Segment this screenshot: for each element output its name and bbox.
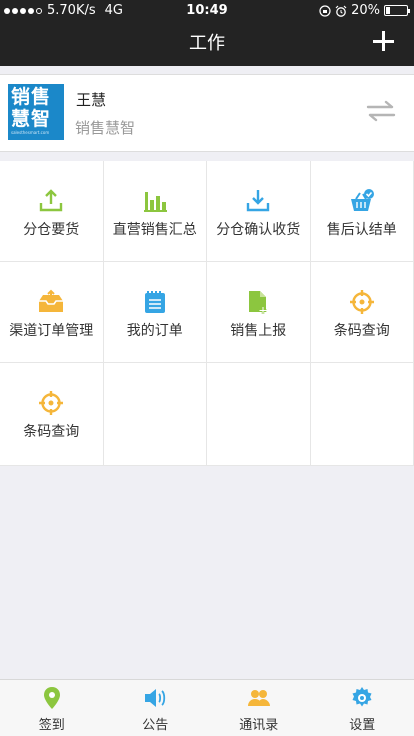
function-grid: 分仓要货 直营销售汇总 分仓确认收货 售后认结单 渠道订单管理 我的订单 销售上… xyxy=(0,161,414,466)
plus-icon[interactable] xyxy=(372,29,396,53)
tab-check-in[interactable]: 签到 xyxy=(0,680,104,736)
menu-item-channel-order-management[interactable]: 渠道订单管理 xyxy=(0,262,104,363)
battery-percent: 20% xyxy=(351,3,380,18)
battery-icon xyxy=(384,5,410,16)
menu-label: 条码查询 xyxy=(23,424,80,440)
basket-check-icon xyxy=(350,189,374,211)
menu-label: 渠道订单管理 xyxy=(9,323,94,339)
file-add-icon xyxy=(249,291,267,314)
menu-item-barcode-query[interactable]: 条码查询 xyxy=(310,262,414,363)
location-pin-icon xyxy=(43,687,60,709)
menu-item-confirm-receipt[interactable]: 分仓确认收货 xyxy=(207,161,311,262)
menu-label: 售后认结单 xyxy=(326,222,397,238)
alarm-icon xyxy=(335,5,347,17)
menu-label: 我的订单 xyxy=(126,323,183,339)
menu-label: 直营销售汇总 xyxy=(112,222,197,238)
tab-label: 设置 xyxy=(349,718,376,733)
user-name: 王慧 xyxy=(76,91,107,109)
contacts-icon xyxy=(247,690,270,706)
menu-label: 销售上报 xyxy=(230,323,287,339)
tab-contacts[interactable]: 通讯录 xyxy=(207,680,311,736)
crosshair-icon xyxy=(349,290,374,314)
tab-label: 公告 xyxy=(142,718,169,733)
inbox-icon xyxy=(39,289,64,312)
notepad-icon xyxy=(144,291,165,313)
gear-icon xyxy=(352,687,372,707)
download-icon xyxy=(247,190,270,212)
menu-item-direct-sales-summary[interactable]: 直营销售汇总 xyxy=(103,161,207,262)
menu-item-split-warehouse-request[interactable]: 分仓要货 xyxy=(0,161,104,262)
menu-item-my-orders[interactable]: 我的订单 xyxy=(103,262,207,363)
menu-label: 分仓确认收货 xyxy=(216,222,301,238)
tab-announcement[interactable]: 公告 xyxy=(104,680,208,736)
company-logo: 销售 慧智 salesthesmart.com xyxy=(8,84,64,140)
tab-label: 签到 xyxy=(38,718,65,733)
menu-label: 分仓要货 xyxy=(23,222,80,238)
tab-settings[interactable]: 设置 xyxy=(311,680,414,736)
empty-cell xyxy=(310,363,414,466)
empty-cell xyxy=(103,363,207,466)
tab-bar: 签到 公告 通讯录 设置 xyxy=(0,679,414,736)
crosshair-icon xyxy=(39,391,64,415)
menu-item-after-sales-settlement[interactable]: 售后认结单 xyxy=(310,161,414,262)
page-title: 工作 xyxy=(189,33,225,54)
status-bar: 5.70K/s 4G 10:49 20% xyxy=(0,0,414,22)
status-right: 20% xyxy=(319,3,410,18)
rotation-lock-icon xyxy=(319,4,331,17)
user-card[interactable]: 销售 慧智 salesthesmart.com 王慧 销售慧智 xyxy=(0,74,414,152)
empty-cell xyxy=(207,363,311,466)
menu-label: 条码查询 xyxy=(333,323,390,339)
upload-icon xyxy=(40,189,63,212)
menu-item-barcode-query-2[interactable]: 条码查询 xyxy=(0,363,104,466)
tab-label: 通讯录 xyxy=(239,718,279,733)
nav-bar: 工作 xyxy=(0,22,414,66)
menu-item-sales-report[interactable]: 销售上报 xyxy=(207,262,311,363)
bar-chart-icon xyxy=(143,192,167,212)
speaker-icon xyxy=(145,689,166,707)
switch-arrows-icon[interactable] xyxy=(366,99,396,123)
user-company: 销售慧智 xyxy=(75,119,136,137)
